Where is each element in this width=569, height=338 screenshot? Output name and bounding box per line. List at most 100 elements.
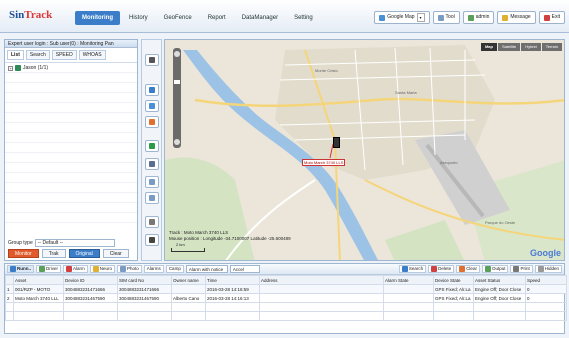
exit-button[interactable]: Exit [538,11,565,24]
clear-button[interactable]: Clear [102,249,129,258]
table-row[interactable]: 2 Moto March 3740 LLL 3004883231467590 3… [5,293,567,303]
tool-button[interactable]: Tool [432,11,460,24]
nav-monitoring[interactable]: Monitoring [75,11,120,25]
vehicle-marker-icon[interactable] [333,137,340,148]
nav-datamanager[interactable]: DataManager [235,11,285,25]
col-header[interactable]: Address [259,275,384,285]
exit-icon [543,14,550,21]
pen-icon [149,237,155,243]
col-header[interactable]: Device State [433,275,474,285]
google-logo: Google [530,248,561,258]
chevron-down-icon: ▾ [416,13,425,22]
col-header[interactable] [5,275,14,285]
clear-icon [459,266,466,272]
nav-setting[interactable]: Setting [287,11,320,25]
zoom-in-icon [149,179,155,185]
place-label: Monte Cristo [315,68,338,73]
print-map-button[interactable] [145,216,159,228]
table-row-empty [5,311,567,321]
panel-buttons: Monitor Trak Original Clear [8,249,129,258]
col-header[interactable]: Device ID [63,275,118,285]
poi-icon [149,161,155,167]
map-provider-select[interactable]: Google Map ▾ [374,11,430,24]
tab-alarms[interactable]: Alarms [143,265,164,273]
poi-button[interactable] [145,158,159,170]
list-icon [10,266,16,272]
expand-icon[interactable]: + [8,65,13,71]
monitor-button[interactable]: Monitor [8,249,39,258]
col-header[interactable]: Owner name [171,275,206,285]
zoom-out-icon [149,195,155,201]
area-icon [149,119,155,125]
edit-button[interactable] [145,234,159,246]
original-button[interactable]: Original [68,249,100,258]
tree-item-root[interactable]: + Jason (1/1) [8,65,48,71]
tab-neuro[interactable]: Neuro [89,265,116,273]
print-icon [513,266,520,272]
vehicle-label[interactable]: Moto March 3740 LLS [302,159,346,166]
select-button[interactable] [145,84,159,96]
map-toolbar [141,39,162,261]
col-header[interactable]: Alarm State [383,275,434,285]
area-button[interactable] [145,116,159,128]
map-type-satellite[interactable]: Satellite [497,43,521,51]
search-icon [401,266,408,272]
col-header[interactable]: Asset Status [473,275,526,285]
map-type-map[interactable]: Map [480,43,497,51]
tab-camp[interactable]: Camp [165,265,184,273]
zoom-in-button[interactable] [145,176,159,188]
pan-button[interactable] [145,54,159,66]
panel-tabs: List Search SPEED WHOAS [5,48,137,63]
map-canvas [165,40,564,260]
search-button[interactable]: Search [398,265,427,273]
col-header[interactable]: Time [205,275,260,285]
refresh-button[interactable] [145,140,159,152]
car-icon [15,65,21,71]
map-type-terrain[interactable]: Terrain [541,43,562,51]
clear-alarm-button[interactable]: Clear [456,265,480,273]
tab-running[interactable]: Runn.. [7,265,34,273]
device-tree: + Jason (1/1) [5,63,137,230]
tab-list[interactable]: List [7,50,24,60]
app-window: SinTrack Monitoring History GeoFence Rep… [0,0,569,338]
tab-photo[interactable]: Photo [117,265,142,273]
table-row-empty [5,302,567,312]
tab-whoas[interactable]: WHOAS [78,50,106,60]
table-header-row: Asset Device ID SIM card No Owner name T… [5,275,567,285]
nav-history[interactable]: History [122,11,155,25]
delete-button[interactable]: Delete [428,265,455,273]
col-header[interactable]: Speed [525,275,567,285]
map-view[interactable]: Map Satellite Hybrid Terrain Moto March … [164,39,565,261]
nav-report[interactable]: Report [201,11,233,25]
message-icon [502,14,509,21]
table-row[interactable]: 1 001/RZP - MOTO 3004883231471666 300488… [5,284,567,294]
tab-alarm[interactable]: Alarm [63,265,88,273]
group-type-select[interactable]: -- Default -- [34,239,115,247]
message-button[interactable]: Message [497,11,536,24]
accel-filter-select[interactable]: Accel [229,265,260,273]
col-header[interactable]: SIM card No [117,275,172,285]
print-button[interactable]: Print [510,265,533,273]
distance-button[interactable] [145,100,159,112]
app-logo: SinTrack [9,9,53,21]
globe-icon [379,14,386,21]
trak-button[interactable]: Trak [41,249,66,258]
output-button[interactable]: Output [481,265,509,273]
user-button[interactable]: admin [462,11,495,24]
main-nav: Monitoring History GeoFence Report DataM… [75,11,320,25]
zoom-out-button[interactable] [145,192,159,204]
cursor-icon [149,87,155,93]
tab-speed[interactable]: SPEED [51,50,77,60]
tab-search[interactable]: Search [25,50,50,60]
map-type-hybrid[interactable]: Hybrid [521,43,541,51]
user-icon [467,14,474,21]
photo-icon [120,266,127,272]
map-scale: 2 km [171,242,205,252]
print-icon [149,219,155,225]
tab-driver[interactable]: Driver [36,265,61,273]
alarm-filter-select[interactable]: Alarm with notice [185,265,228,273]
col-header[interactable]: Asset [13,275,64,285]
hidden-button[interactable]: Hidden [534,265,562,273]
nav-geofence[interactable]: GeoFence [157,11,199,25]
group-type: Group type -- Default -- [8,239,115,247]
